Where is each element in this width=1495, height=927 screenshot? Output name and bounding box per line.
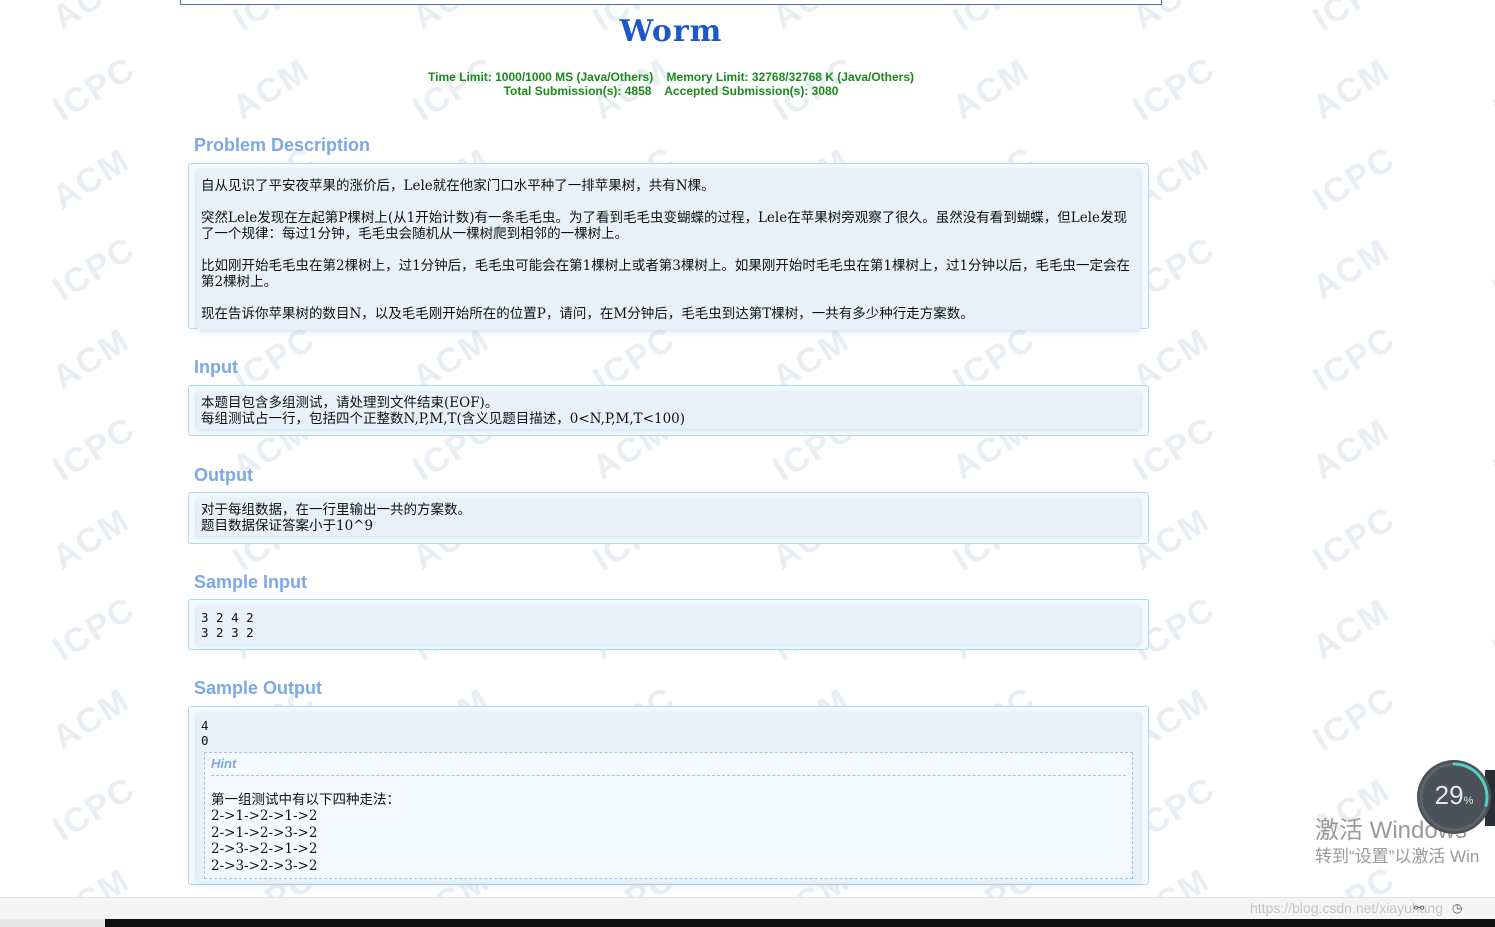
hint-line: 第一组测试中有以下四种走法： bbox=[211, 792, 400, 808]
watermark-text: ACM bbox=[1486, 0, 1495, 38]
output-line: 对于每组数据，在一行里输出一共的方案数。 bbox=[201, 502, 471, 518]
watermark-text: ACM bbox=[1486, 500, 1495, 578]
sample-output-heading: Sample Output bbox=[194, 678, 323, 698]
problem-title: Worm bbox=[619, 14, 723, 49]
description-heading: Problem Description bbox=[194, 135, 371, 155]
watermark-text: ACM bbox=[1486, 320, 1495, 398]
input-line: 每组测试占一行，包括四个正整数N,P,M,T(含义见题目描述，0<N,P,M,T… bbox=[201, 411, 686, 427]
watermark-text: ACM bbox=[1486, 680, 1495, 758]
input-panel: 本题目包含多组测试，请处理到文件结束(EOF)。 每组测试占一行，包括四个正整数… bbox=[188, 385, 1149, 436]
watermark-text: ACM bbox=[46, 140, 137, 218]
taskbar-edge bbox=[0, 919, 1495, 927]
sample-input-heading: Sample Input bbox=[194, 572, 308, 592]
progress-percent: 29% bbox=[1434, 780, 1474, 810]
link-icon[interactable]: ⚯ bbox=[1414, 901, 1424, 915]
watermark-text: ICPC bbox=[1306, 679, 1403, 759]
sample-input-line[interactable]: 3 2 4 2 bbox=[201, 610, 1136, 625]
watermark-text: ICPC bbox=[46, 49, 143, 129]
submissions-line: Total Submission(s): 4858 Accepted Submi… bbox=[503, 84, 839, 98]
clock-icon[interactable]: ◷ bbox=[1452, 901, 1462, 915]
description-paragraph: 突然Lele发现在左起第P棵树上(从1开始计数)有一条毛毛虫。为了看到毛毛虫变蝴… bbox=[201, 210, 1127, 242]
watermark-text: ICPC bbox=[1306, 139, 1403, 219]
sample-output-panel: 4 0 Hint 第一组测试中有以下四种走法： 2->1->2->1->2 2-… bbox=[188, 706, 1149, 885]
sample-input-line[interactable]: 3 2 3 2 bbox=[201, 625, 1136, 640]
sample-output-line[interactable]: 4 bbox=[201, 718, 1136, 733]
description-panel: 自从见识了平安夜苹果的涨价后，Lele就在他家门口水平种了一排苹果树，共有N棵。… bbox=[188, 163, 1149, 330]
watermark-text: ACM bbox=[46, 500, 137, 578]
watermark-text: ICPC bbox=[1486, 49, 1495, 129]
limits-line-1: Time Limit: 1000/1000 MS (Java/Others) M… bbox=[428, 70, 914, 84]
watermark-text: ICPC bbox=[46, 769, 143, 849]
watermark-text: ICPC bbox=[1306, 0, 1402, 40]
hint-body: 第一组测试中有以下四种走法： 2->1->2->1->2 2->1->2->3-… bbox=[211, 776, 1126, 874]
sample-input-panel: 3 2 4 2 3 2 3 2 bbox=[188, 599, 1149, 650]
description-paragraph: 比如刚开始毛毛虫在第2棵树上，过1分钟后，毛毛虫可能会在第1棵树上或者第3棵树上… bbox=[201, 258, 1131, 290]
hint-line: 2->3->2->3->2 bbox=[211, 857, 318, 874]
watermark-text: ICPC bbox=[1306, 319, 1403, 399]
description-paragraph: 现在告诉你苹果树的数目N，以及毛毛刚开始所在的位置P，请问，在M分钟后，毛毛虫到… bbox=[201, 306, 974, 322]
hint-title: Hint bbox=[211, 753, 1126, 776]
output-heading: Output bbox=[194, 465, 253, 485]
problem-limits: Time Limit: 1000/1000 MS (Java/Others) M… bbox=[180, 70, 1162, 98]
sample-output-line[interactable]: 0 bbox=[201, 733, 1136, 748]
watermark-text: ICPC bbox=[1486, 589, 1495, 669]
hint-line: 2->1->2->1->2 bbox=[211, 808, 318, 825]
watermark-text: ACM bbox=[1306, 590, 1397, 668]
watermark-text: ACM bbox=[46, 680, 137, 758]
description-paragraph: 自从见识了平安夜苹果的涨价后，Lele就在他家门口水平种了一排苹果树，共有N棵。 bbox=[201, 178, 715, 194]
watermark-text: ACM bbox=[46, 320, 137, 398]
input-line: 本题目包含多组测试，请处理到文件结束(EOF)。 bbox=[201, 395, 499, 411]
activate-subtitle: 转到“设置”以激活 Win bbox=[1315, 847, 1480, 866]
watermark-text: ACM bbox=[46, 0, 137, 38]
output-line: 题目数据保证答案小于10^9 bbox=[201, 518, 374, 534]
watermark-text: ACM bbox=[1306, 230, 1397, 308]
watermark-text: ACM bbox=[1306, 50, 1397, 128]
watermark-text: ICPC bbox=[1486, 229, 1495, 309]
speed-ball-widget[interactable]: 29% bbox=[1417, 760, 1491, 834]
hint-box: Hint 第一组测试中有以下四种走法： 2->1->2->1->2 2->1->… bbox=[204, 752, 1133, 880]
watermark-text: ACM bbox=[1486, 140, 1495, 218]
watermark-text: ICPC bbox=[46, 589, 143, 669]
output-panel: 对于每组数据，在一行里输出一共的方案数。 题目数据保证答案小于10^9 bbox=[188, 492, 1149, 544]
watermark-text: ICPC bbox=[1486, 409, 1495, 489]
hint-line: 2->3->2->1->2 bbox=[211, 841, 318, 858]
input-heading: Input bbox=[194, 357, 238, 377]
watermark-text: ICPC bbox=[1306, 499, 1403, 579]
watermark-text: ACM bbox=[1306, 410, 1397, 488]
watermark-text: ICPC bbox=[46, 229, 143, 309]
top-frame-border bbox=[180, 0, 1162, 5]
hint-line: 2->1->2->3->2 bbox=[211, 824, 318, 841]
watermark-text: ICPC bbox=[46, 409, 143, 489]
